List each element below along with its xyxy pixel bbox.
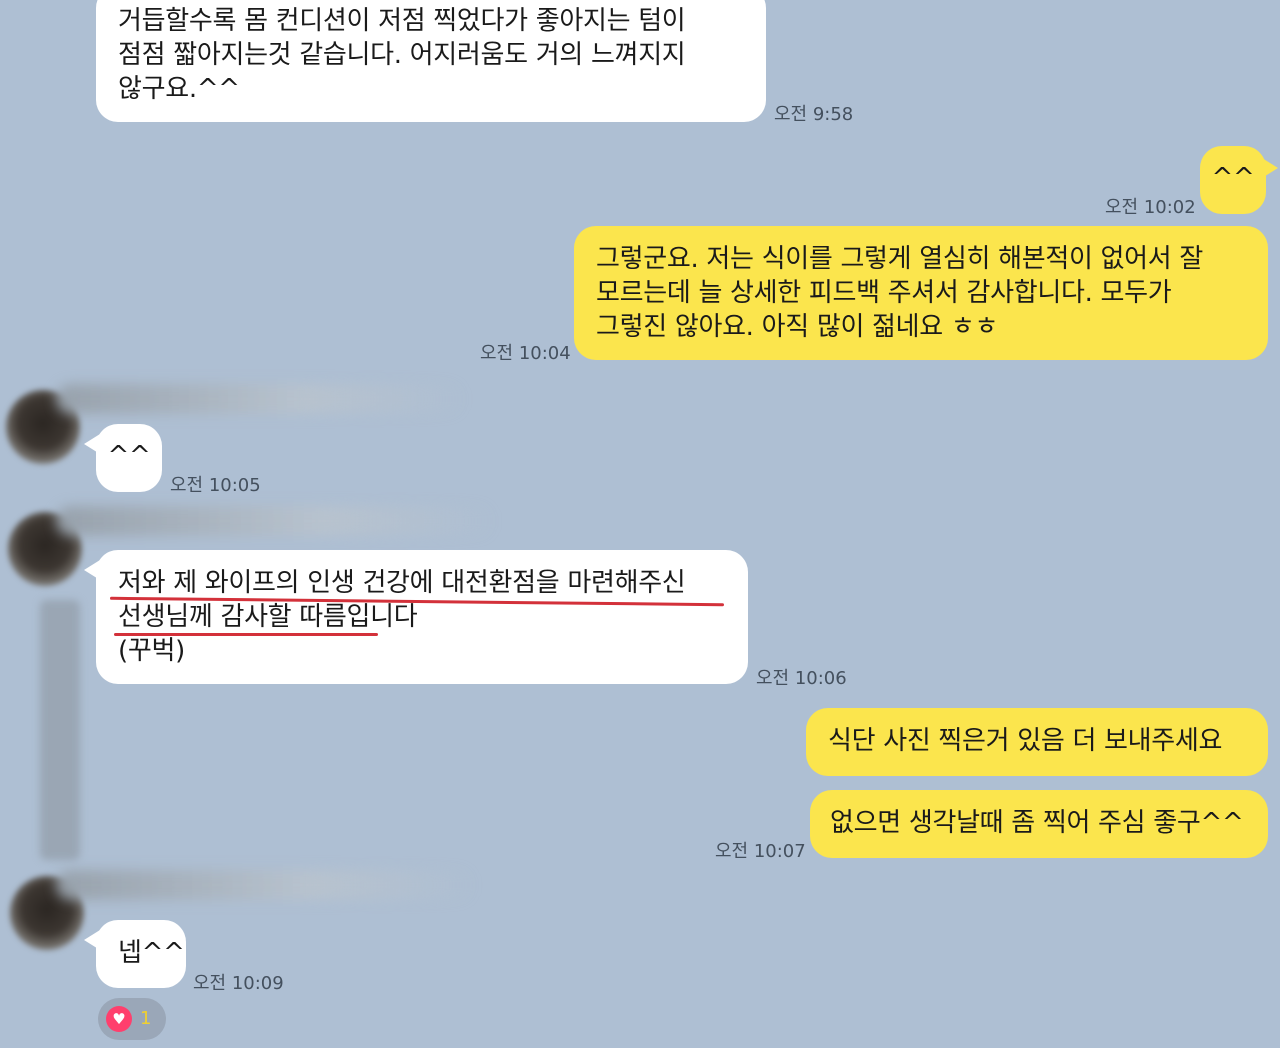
- message-text-line: ^^: [107, 441, 151, 471]
- message-text-line: (꾸벅): [118, 636, 185, 666]
- sender-name-blurred: [56, 870, 476, 900]
- message-bubble-incoming[interactable]: 저와 제 와이프의 인생 건강에 대전환점을 마련해주신 선생님께 감사할 따름…: [84, 550, 748, 684]
- message-text-line: 넵^^: [118, 938, 185, 968]
- message-bubble-outgoing[interactable]: 식단 사진 찍은거 있음 더 보내주세요: [806, 708, 1268, 776]
- reaction-badge[interactable]: ♥ 1: [98, 998, 166, 1040]
- message-text-line: 점점 짧아지는것 같습니다. 어지러움도 거의 느껴지지: [118, 40, 686, 70]
- message-bubble-outgoing[interactable]: ^^: [1200, 146, 1278, 214]
- message-bubble-outgoing[interactable]: 그렇군요. 저는 식이를 그렇게 열심히 해본적이 없어서 잘 모르는데 늘 상…: [574, 226, 1268, 360]
- message-bubble-incoming[interactable]: 넵^^: [84, 920, 186, 988]
- message-text-line: ^^: [1211, 163, 1255, 193]
- sender-name-blurred: [56, 384, 466, 414]
- message-text-line: 그렇군요. 저는 식이를 그렇게 열심히 해본적이 없어서 잘: [596, 244, 1203, 274]
- message-text-line: 식단 사진 찍은거 있음 더 보내주세요: [828, 726, 1223, 756]
- message-bubble-outgoing[interactable]: 없으면 생각날때 좀 찍어 주심 좋구^^: [810, 790, 1268, 858]
- message-timestamp: 오전 10:02: [1105, 197, 1196, 218]
- message-timestamp: 오전 10:06: [756, 668, 847, 689]
- message-timestamp: 오전 10:05: [170, 475, 261, 496]
- message-timestamp: 오전 10:09: [193, 973, 284, 994]
- reaction-count: 1: [140, 1008, 152, 1029]
- message-bubble-incoming[interactable]: ^^: [84, 424, 162, 492]
- message-text-line: 모르는데 늘 상세한 피드백 주셔서 감사합니다. 모두가: [596, 278, 1172, 308]
- highlight-underline: [114, 633, 378, 636]
- message-text-line: 저와 제 와이프의 인생 건강에 대전환점을 마련해주신: [118, 568, 686, 598]
- message-timestamp: 오전 10:04: [480, 343, 571, 364]
- message-text-line: 거듭할수록 몸 컨디션이 저점 찍었다가 좋아지는 텀이: [118, 6, 686, 36]
- message-bubble-incoming[interactable]: 거듭할수록 몸 컨디션이 저점 찍었다가 좋아지는 텀이 점점 짧아지는것 같습…: [96, 0, 766, 122]
- message-timestamp: 오전 9:58: [774, 104, 854, 125]
- message-text-line: 않구요.^^: [118, 74, 240, 104]
- message-text-line: 없으면 생각날때 좀 찍어 주심 좋구^^: [830, 808, 1244, 838]
- sender-name-blurred: [56, 506, 496, 536]
- message-text-line: 그렇진 않아요. 아직 많이 젊네요 ㅎㅎ: [596, 312, 999, 342]
- heart-icon: ♥: [106, 1006, 132, 1032]
- sender-name-blurred: [40, 600, 80, 860]
- chat-view[interactable]: 거듭할수록 몸 컨디션이 저점 찍었다가 좋아지는 텀이 점점 짧아지는것 같습…: [0, 0, 1280, 1048]
- message-timestamp: 오전 10:07: [715, 841, 806, 862]
